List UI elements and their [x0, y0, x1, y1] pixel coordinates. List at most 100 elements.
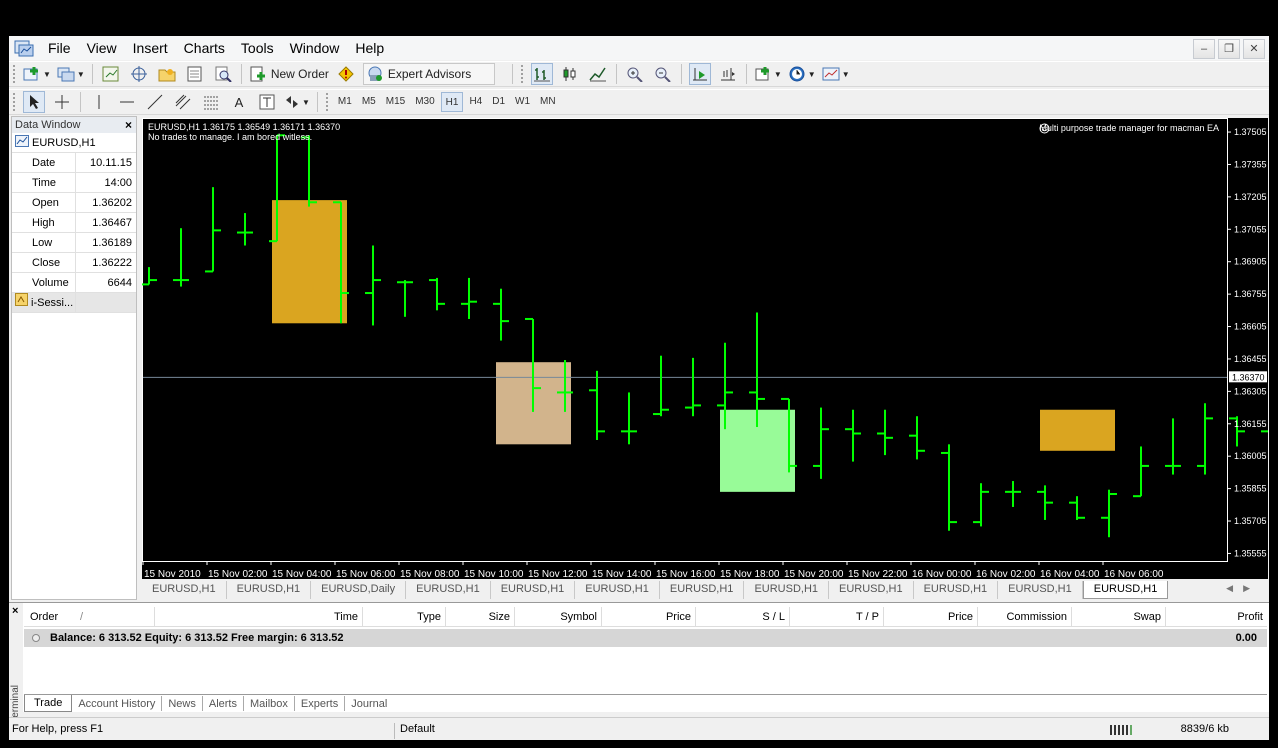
- chart-tab[interactable]: EURUSD,H1: [744, 581, 830, 599]
- trendline-button[interactable]: [144, 91, 166, 113]
- chart-tab[interactable]: EURUSD,H1: [575, 581, 660, 599]
- indicators-button[interactable]: ▼: [754, 63, 782, 85]
- toolbar-grip[interactable]: [520, 65, 525, 83]
- menu-tools[interactable]: Tools: [233, 37, 282, 59]
- timeframe-h4[interactable]: H4: [465, 92, 486, 112]
- text-button[interactable]: A: [228, 91, 250, 113]
- chart-tab[interactable]: EURUSD,H1: [142, 581, 227, 599]
- chart-shift-button[interactable]: [717, 63, 739, 85]
- timeframe-m30[interactable]: M30: [411, 92, 438, 112]
- cursor-button[interactable]: [23, 91, 45, 113]
- col-price[interactable]: Price: [602, 607, 696, 626]
- menu-file[interactable]: File: [40, 37, 79, 59]
- new-chart-button[interactable]: ▼: [23, 63, 51, 85]
- data-window-close-button[interactable]: ×: [125, 117, 132, 133]
- toolbar-grip[interactable]: [13, 93, 17, 111]
- templates-button[interactable]: ▼: [822, 63, 850, 85]
- timeframe-d1[interactable]: D1: [488, 92, 509, 112]
- col-commission[interactable]: Commission: [978, 607, 1072, 626]
- balance-row[interactable]: Balance: 6 313.52 Equity: 6 313.52 Free …: [24, 629, 1267, 647]
- menu-insert[interactable]: Insert: [125, 37, 176, 59]
- auto-scroll-button[interactable]: [688, 63, 711, 85]
- profiles-button[interactable]: ▼: [57, 63, 85, 85]
- chart-tab[interactable]: EURUSD,H1: [914, 581, 999, 599]
- zoom-in-button[interactable]: [624, 63, 646, 85]
- timeframe-mn[interactable]: MN: [536, 92, 560, 112]
- chart-canvas[interactable]: 1.37505 1.37355 1.37205 1.37055 1.36905 1.367…: [142, 118, 1268, 579]
- tab-scroll-arrows[interactable]: ◀▶: [1226, 583, 1260, 594]
- tab-experts[interactable]: Experts: [295, 696, 346, 711]
- terminal-close-button[interactable]: ×: [12, 605, 18, 617]
- chart-tab[interactable]: EURUSD,H1: [491, 581, 576, 599]
- col-take-profit[interactable]: T / P: [790, 607, 884, 626]
- minimize-button[interactable]: –: [1193, 39, 1215, 59]
- strategy-tester-button[interactable]: [212, 63, 234, 85]
- chart-tab[interactable]: EURUSD,H1: [829, 581, 914, 599]
- col-size[interactable]: Size: [446, 607, 515, 626]
- tab-news[interactable]: News: [162, 696, 203, 711]
- timeframe-m15[interactable]: M15: [382, 92, 409, 112]
- close-button[interactable]: ✕: [1243, 39, 1265, 59]
- magnifier-document-icon: [214, 66, 232, 82]
- timeframe-m1[interactable]: M1: [334, 92, 356, 112]
- metaeditor-button[interactable]: [335, 63, 357, 85]
- expert-advisors-button[interactable]: Expert Advisors: [362, 63, 495, 85]
- timeframe-w1[interactable]: W1: [511, 92, 534, 112]
- col-profit[interactable]: Profit: [1166, 607, 1267, 626]
- market-watch-button[interactable]: [100, 63, 122, 85]
- x-tick-label: 16 Nov 02:00: [976, 569, 1036, 579]
- col-order[interactable]: Order: [24, 607, 76, 626]
- data-key: Time: [12, 173, 76, 192]
- data-window-button[interactable]: [128, 63, 150, 85]
- y-tick-label: 1.37055: [1234, 224, 1267, 234]
- col-type[interactable]: Type: [363, 607, 446, 626]
- zoom-out-button[interactable]: [652, 63, 674, 85]
- col-current-price[interactable]: Price: [884, 607, 978, 626]
- tab-mailbox[interactable]: Mailbox: [244, 696, 295, 711]
- menu-view[interactable]: View: [79, 37, 125, 59]
- vertical-line-button[interactable]: [88, 91, 110, 113]
- templates-icon: [822, 66, 840, 82]
- col-swap[interactable]: Swap: [1072, 607, 1166, 626]
- menu-help[interactable]: Help: [347, 37, 392, 59]
- fibonacci-button[interactable]: [200, 91, 222, 113]
- col-stop-loss[interactable]: S / L: [696, 607, 790, 626]
- terminal-button[interactable]: [184, 63, 206, 85]
- periods-button[interactable]: ▼: [788, 63, 816, 85]
- new-order-button[interactable]: New Order: [249, 63, 329, 85]
- crosshair-button[interactable]: [51, 91, 73, 113]
- chart-tab[interactable]: EURUSD,Daily: [311, 581, 407, 599]
- tab-trade[interactable]: Trade: [24, 695, 73, 712]
- terminal-tabs: Trade Account History News Alerts Mailbo…: [24, 694, 1267, 712]
- arrows-button[interactable]: ▼: [284, 91, 310, 113]
- toolbar-grip[interactable]: [13, 65, 17, 83]
- status-profile[interactable]: Default: [394, 723, 435, 739]
- timeframe-h1[interactable]: H1: [440, 92, 464, 112]
- timeframe-m5[interactable]: M5: [358, 92, 380, 112]
- navigator-button[interactable]: [156, 63, 178, 85]
- col-time[interactable]: Time: [155, 607, 363, 626]
- line-chart-button[interactable]: [587, 63, 609, 85]
- auto-scroll-icon: [691, 66, 709, 82]
- chart-tab[interactable]: EURUSD,H1: [406, 581, 491, 599]
- col-symbol[interactable]: Symbol: [515, 607, 602, 626]
- toolbar-grip[interactable]: [325, 93, 330, 111]
- bar-chart-button[interactable]: [530, 63, 553, 85]
- tab-alerts[interactable]: Alerts: [203, 696, 244, 711]
- data-row-indicator[interactable]: i-Sessi...: [12, 292, 136, 313]
- candlestick-button[interactable]: [559, 63, 581, 85]
- chart-tab[interactable]: EURUSD,H1: [660, 581, 745, 599]
- chevron-down-icon: ▼: [807, 69, 816, 79]
- chart-tab[interactable]: EURUSD,H1: [227, 581, 312, 599]
- chart-tab[interactable]: EURUSD,H1: [998, 581, 1083, 599]
- price-chart[interactable]: 1.37505 1.37355 1.37205 1.37055 1.36905 1.367…: [142, 118, 1268, 579]
- tab-account-history[interactable]: Account History: [72, 696, 163, 711]
- chart-tab-active[interactable]: EURUSD,H1: [1082, 581, 1169, 599]
- menu-charts[interactable]: Charts: [176, 37, 233, 59]
- restore-button[interactable]: ❐: [1218, 39, 1240, 59]
- text-label-button[interactable]: [256, 91, 278, 113]
- horizontal-line-button[interactable]: [116, 91, 138, 113]
- tab-journal[interactable]: Journal: [345, 696, 393, 711]
- equidistant-channel-button[interactable]: [172, 91, 194, 113]
- menu-window[interactable]: Window: [282, 37, 348, 59]
